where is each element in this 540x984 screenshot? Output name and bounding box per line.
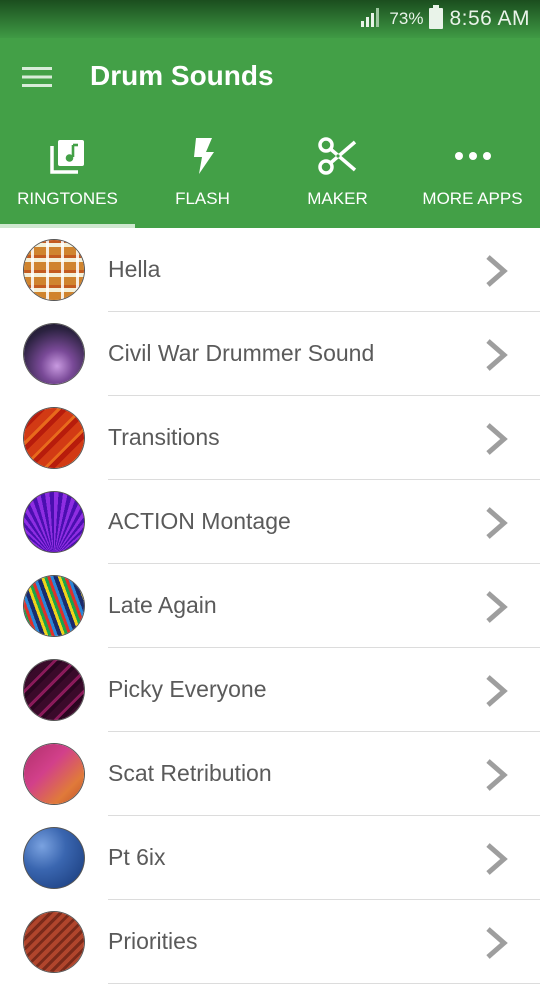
chevron-right-icon[interactable]	[482, 590, 512, 624]
thumbnail	[24, 660, 84, 720]
music-library-icon	[0, 134, 135, 178]
tab-label: MAKER	[307, 189, 368, 208]
tab-more-apps[interactable]: MORE APPS	[405, 120, 540, 228]
chevron-right-icon[interactable]	[482, 506, 512, 540]
flash-icon	[135, 134, 270, 178]
ringtone-title: ACTION Montage	[108, 508, 291, 534]
list-item[interactable]: Hella	[0, 228, 540, 312]
thumbnail	[24, 912, 84, 972]
list-item[interactable]: Civil War Drummer Sound	[0, 312, 540, 396]
list-item[interactable]: Scat Retribution	[0, 732, 540, 816]
tab-bar: RINGTONES FLASH MAKER MORE APPS	[0, 120, 540, 228]
ringtone-title: Pt 6ix	[108, 844, 166, 870]
chevron-right-icon[interactable]	[482, 674, 512, 708]
app-bar: Drum Sounds	[0, 38, 540, 120]
tab-maker[interactable]: MAKER	[270, 120, 405, 228]
ringtone-title: Priorities	[108, 928, 198, 954]
chevron-right-icon[interactable]	[482, 758, 512, 792]
menu-button[interactable]	[22, 62, 62, 96]
status-indicators: 73% 8:56 AM	[359, 0, 530, 38]
ringtone-title: Hella	[108, 256, 161, 282]
thumbnail	[24, 828, 84, 888]
thumbnail	[24, 576, 84, 636]
thumbnail	[24, 324, 84, 384]
tab-flash[interactable]: FLASH	[135, 120, 270, 228]
thumbnail	[24, 408, 84, 468]
app-title: Drum Sounds	[90, 60, 274, 91]
list-item[interactable]: Late Again	[0, 564, 540, 648]
list-item[interactable]: Pt 6ix	[0, 816, 540, 900]
tab-ringtones[interactable]: RINGTONES	[0, 120, 135, 228]
chevron-right-icon[interactable]	[482, 338, 512, 372]
list-item[interactable]: Picky Everyone	[0, 648, 540, 732]
ringtone-title: Late Again	[108, 592, 217, 618]
thumbnail	[24, 744, 84, 804]
hamburger-icon	[22, 66, 52, 93]
clock: 8:56 AM	[449, 7, 530, 30]
ringtone-title: Transitions	[108, 424, 220, 450]
tab-label: RINGTONES	[17, 189, 118, 208]
tab-label: FLASH	[175, 189, 230, 208]
signal-icon	[359, 6, 383, 33]
chevron-right-icon[interactable]	[482, 926, 512, 960]
ringtone-list: Hella Civil War Drummer Sound Transition…	[0, 228, 540, 984]
ringtone-title: Scat Retribution	[108, 760, 272, 786]
thumbnail	[24, 492, 84, 552]
chevron-right-icon[interactable]	[482, 422, 512, 456]
battery-percent: 73%	[389, 9, 424, 28]
list-item[interactable]: Priorities	[0, 900, 540, 984]
ringtone-title: Civil War Drummer Sound	[108, 340, 375, 366]
chevron-right-icon[interactable]	[482, 842, 512, 876]
battery-icon	[429, 4, 444, 34]
ringtone-title: Picky Everyone	[108, 676, 267, 702]
more-dots-icon	[405, 134, 540, 178]
scissors-icon	[270, 134, 405, 178]
tab-label: MORE APPS	[422, 189, 523, 208]
chevron-right-icon[interactable]	[482, 254, 512, 288]
status-bar: 73% 8:56 AM	[0, 0, 540, 38]
list-item[interactable]: Transitions	[0, 396, 540, 480]
thumbnail	[24, 240, 84, 300]
list-item[interactable]: ACTION Montage	[0, 480, 540, 564]
